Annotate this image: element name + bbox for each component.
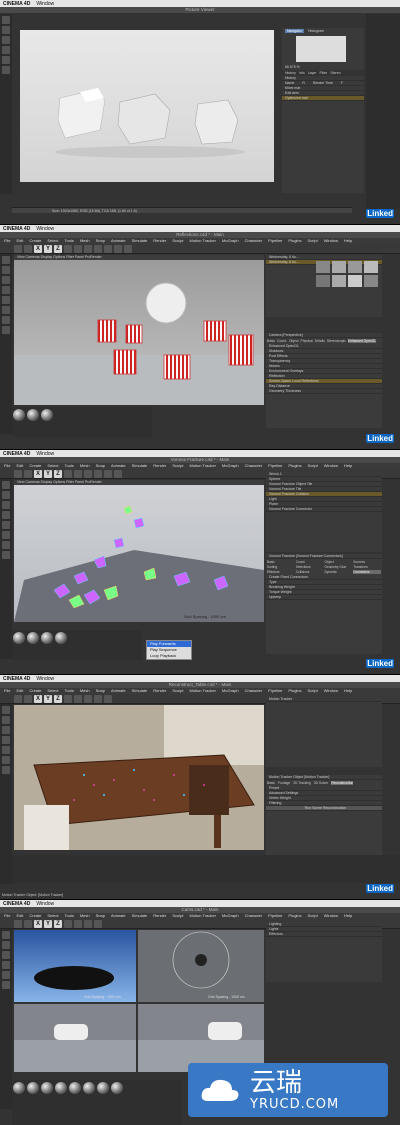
viewport-scene	[14, 282, 264, 405]
history-row[interactable]: Optimized.mat	[282, 96, 364, 101]
object-row[interactable]: Voronoi Fracture Connector	[266, 507, 382, 512]
tracker-viewport[interactable]	[14, 705, 264, 850]
tab-layer[interactable]: Layer	[308, 71, 317, 75]
tab-histogram[interactable]: Histogram	[308, 29, 324, 33]
content-browser: Wednesday, 8 Au... Wednesday, 8 Au...	[266, 255, 382, 317]
attr-tabs: Basic Coord. Object Sources Sorting Selectio…	[266, 559, 382, 575]
left-toolbar	[0, 929, 12, 1109]
attribute-manager: Voronoi Fracture [Voronoi Fracture Conne…	[266, 554, 382, 654]
panel-voronoi: CINEMA 4D Window Voronoi Fracture.c4d * -…	[0, 450, 400, 675]
linkedin-watermark: Linked	[366, 209, 394, 218]
left-toolbar	[0, 254, 12, 434]
panel-reconstruct: CINEMA 4D Window Reconstruct_Table.c4d * …	[0, 675, 400, 900]
mac-menu-bar: CINEMA 4D Window	[0, 450, 400, 457]
window-title: Picture Viewer	[0, 7, 400, 13]
linkedin-watermark: Linked	[366, 434, 394, 443]
picture-status-bar: Size: 1920x1080, RGB (16 Bit), TGA 16B, …	[12, 207, 352, 213]
object-row[interactable]: Motion Tracker	[266, 697, 382, 702]
window-menu[interactable]: Window	[36, 901, 54, 907]
attr-row[interactable]: Upkeep	[266, 595, 382, 600]
voronoi-scene: Grid Spacing : 1000 cm	[14, 505, 264, 622]
window-menu[interactable]: Window	[36, 451, 54, 457]
viewport-top-right[interactable]: Grid Spacing : 1000 cm	[138, 930, 264, 1002]
panel-picture-viewer: CINEMA 4D Window Picture Viewer Navigator…	[0, 0, 400, 225]
app-name[interactable]: CINEMA 4D	[3, 451, 30, 457]
app-name[interactable]: CINEMA 4D	[3, 1, 30, 7]
object-manager: Wreck.1 Sphere Voronoi Fracture Object T…	[266, 472, 382, 552]
svg-text:Grid Spacing : 1000 cm: Grid Spacing : 1000 cm	[208, 995, 245, 999]
right-strip	[366, 14, 400, 209]
viewport-bottom-left[interactable]	[14, 1004, 136, 1072]
object-manager: Lighting Lights Effectors	[266, 922, 382, 982]
svg-text:Grid Spacing : 1000 cm: Grid Spacing : 1000 cm	[184, 614, 226, 619]
badge-url: YRUCD.COM	[250, 1096, 340, 1112]
coordinates-manager	[12, 855, 400, 883]
material-manager	[12, 1080, 182, 1125]
attr-row[interactable]: Geometry Thickness	[266, 389, 382, 394]
window-menu[interactable]: Window	[36, 676, 54, 682]
window-menu[interactable]: Window	[36, 1, 54, 7]
window-menu[interactable]: Window	[36, 226, 54, 232]
mac-menu-bar: CINEMA 4D Window	[0, 675, 400, 682]
app-name[interactable]: CINEMA 4D	[3, 901, 30, 907]
attribute-manager: Camera [Perspective] Basic Coord. Object Ph…	[266, 333, 382, 428]
tab-history[interactable]: History	[285, 71, 296, 75]
perspective-viewport[interactable]: View Cameras Display Options Filter Pane…	[14, 480, 264, 622]
panel-reflections: CINEMA 4D Window Reflections.c4d * - Main…	[0, 225, 400, 450]
app-name[interactable]: CINEMA 4D	[3, 226, 30, 232]
svg-text:Grid Spacing : 1000 cm: Grid Spacing : 1000 cm	[84, 995, 121, 999]
run-reconstruction-button[interactable]: Run Scene Reconstruction	[266, 806, 382, 811]
left-toolbar	[0, 479, 12, 659]
menu-item[interactable]: Loop Playback	[147, 653, 191, 659]
linkedin-watermark: Linked	[366, 884, 394, 893]
tab-navigator[interactable]: Navigator	[285, 29, 304, 33]
viewport-top-left[interactable]: Grid Spacing : 1000 cm	[14, 930, 136, 1002]
navigator-thumb	[296, 36, 346, 62]
viewport-bottom-right[interactable]	[138, 1004, 264, 1072]
cloud-icon	[201, 1079, 239, 1101]
left-toolbar	[0, 704, 12, 884]
tab-info[interactable]: Info	[299, 71, 305, 75]
mac-menu-bar: CINEMA 4D Window	[0, 225, 400, 232]
thumbnail-grid	[316, 261, 378, 287]
picture-viewport[interactable]	[20, 30, 274, 182]
perspective-viewport[interactable]: View Cameras Display Options Filter Pane…	[14, 255, 264, 405]
left-toolbar	[0, 14, 12, 194]
object-manager: Motion Tracker	[266, 697, 382, 767]
tab-filter[interactable]: Filter	[320, 71, 328, 75]
render-image	[55, 88, 245, 158]
linkedin-watermark: Linked	[366, 659, 394, 668]
table-scene	[14, 705, 264, 850]
material-manager	[12, 407, 152, 437]
picture-viewer-sidebar: Navigator Histogram 66.675 % History Info L…	[282, 28, 364, 193]
yrucd-badge: 云瑞 YRUCD.COM	[188, 1063, 388, 1117]
attribute-manager: Motion Tracker Object [Motion Tracker] B…	[266, 775, 382, 865]
app-name[interactable]: CINEMA 4D	[3, 676, 30, 682]
status-bar: Motion Tracker Object: [Motion Tracker]	[2, 893, 64, 897]
badge-chinese: 云瑞	[250, 1067, 303, 1098]
object-row[interactable]: Effectors	[266, 932, 382, 937]
mac-menu-bar: CINEMA 4D Window	[0, 900, 400, 907]
tab-stereo[interactable]: Stereo	[330, 71, 340, 75]
playback-menu: Play Forwards Play Sequence Loop Playbac…	[146, 640, 192, 660]
material-manager	[12, 630, 142, 660]
main-toolbar: XYZ	[0, 244, 400, 254]
mac-menu-bar: CINEMA 4D Window	[0, 0, 400, 7]
